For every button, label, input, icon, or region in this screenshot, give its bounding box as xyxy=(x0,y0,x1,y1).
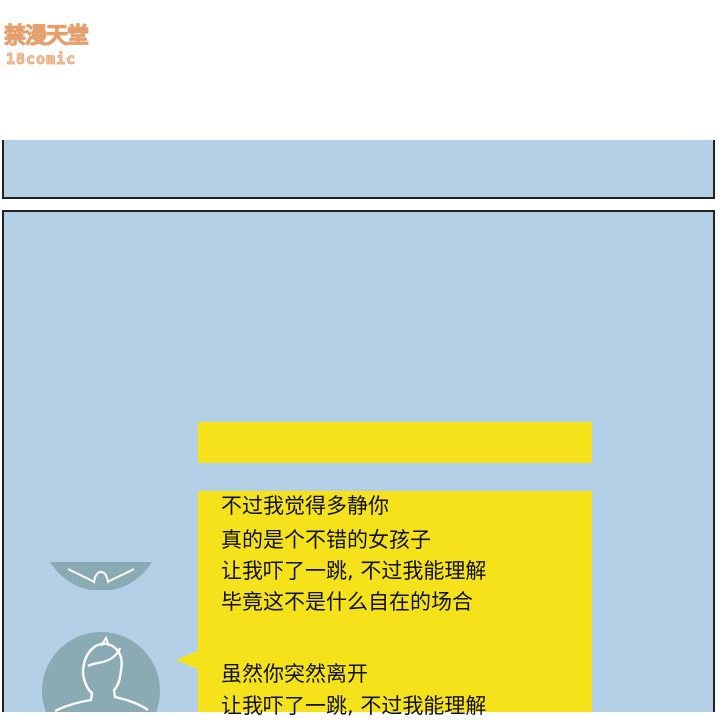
watermark-site-domain: 18comic xyxy=(6,50,77,69)
person-avatar-icon xyxy=(42,562,160,590)
dialogue-line: 让我吓了一跳, 不过我能理解 xyxy=(221,559,487,583)
dialogue-line: 让我吓了一跳, 不过我能理解 xyxy=(221,694,487,718)
speech-bubble-tail xyxy=(176,650,200,670)
dialogue-line: 真的是个不错的女孩子 xyxy=(221,528,431,552)
dialogue-line: 虽然你突然离开 xyxy=(221,662,368,686)
dialogue-line: 不过我觉得多静你 xyxy=(221,494,389,518)
watermark-site-name: 禁漫天堂 xyxy=(3,24,89,50)
speech-bubble-top xyxy=(198,422,592,463)
comic-panel-chat xyxy=(2,210,715,712)
watermark-logo: 禁漫天堂 18comic xyxy=(3,24,108,70)
dialogue-line: 毕竟这不是什么自在的场合 xyxy=(221,590,473,614)
comic-panel-top xyxy=(2,140,715,199)
